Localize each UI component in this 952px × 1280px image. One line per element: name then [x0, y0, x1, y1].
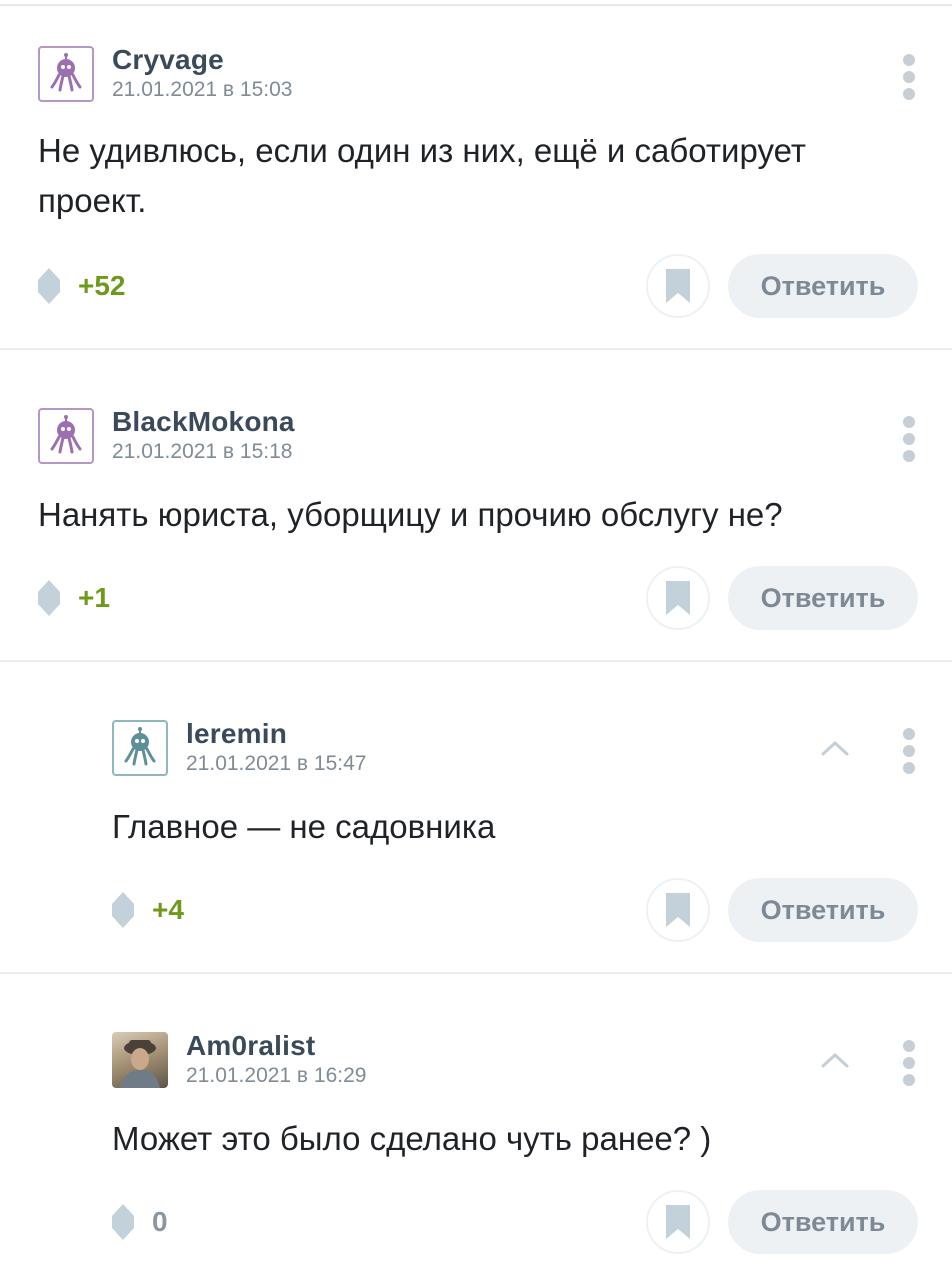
reply-button[interactable]: Ответить: [728, 566, 918, 630]
chevron-up-icon[interactable]: [820, 738, 850, 758]
comment-author[interactable]: leremin: [186, 718, 287, 750]
octopus-avatar-icon: [124, 727, 156, 766]
comment-rating: +4: [152, 894, 184, 925]
comment-rating: +1: [78, 582, 110, 613]
comment-rating: +52: [78, 270, 126, 301]
bookmark-button[interactable]: [646, 566, 710, 630]
comment-rating: 0: [152, 1206, 168, 1237]
diamond-vote-icon[interactable]: [36, 578, 62, 618]
comment: BlackMokona 21.01.2021 в 15:18 Нанять юр…: [0, 350, 952, 662]
comment-text: Может это было сделано чуть ранее? ): [112, 1114, 912, 1164]
comment-text: Главное — не садовника: [112, 802, 912, 852]
more-options-icon[interactable]: [902, 416, 916, 464]
comment-text: Не удивлюсь, если один из них, ещё и саб…: [38, 126, 918, 226]
reply-button[interactable]: Ответить: [728, 1190, 918, 1254]
comment: Cryvage 21.01.2021 в 15:03 Не удивлюсь, …: [0, 0, 952, 350]
comment-author[interactable]: Am0ralist: [186, 1030, 315, 1062]
comment-date[interactable]: 21.01.2021 в 15:47: [186, 752, 366, 776]
diamond-vote-icon[interactable]: [110, 1202, 136, 1242]
reply-button[interactable]: Ответить: [728, 878, 918, 942]
comment-reply: Am0ralist 21.01.2021 в 16:29 Может это б…: [0, 974, 952, 1280]
more-options-icon[interactable]: [902, 1040, 916, 1088]
comment-text-line: Не удивлюсь, если один из них, ещё и саб…: [38, 132, 806, 169]
bookmark-button[interactable]: [646, 878, 710, 942]
comment-text-line: Главное — не садовника: [112, 808, 496, 845]
diamond-vote-icon[interactable]: [110, 890, 136, 930]
comment-reply: leremin 21.01.2021 в 15:47 Главное — не …: [0, 662, 952, 974]
diamond-vote-icon[interactable]: [36, 266, 62, 306]
comment-date[interactable]: 21.01.2021 в 15:18: [112, 440, 292, 464]
comment-text: Нанять юриста, уборщицу и прочию обслугу…: [38, 490, 918, 540]
more-options-icon[interactable]: [902, 728, 916, 776]
bookmark-icon: [666, 269, 690, 303]
bookmark-icon: [666, 1205, 690, 1239]
octopus-avatar-icon: [50, 53, 82, 92]
comment-author[interactable]: BlackMokona: [112, 406, 295, 438]
more-options-icon[interactable]: [902, 54, 916, 102]
comment-text-line: Нанять юриста, уборщицу и прочию обслугу…: [38, 496, 783, 533]
avatar[interactable]: [38, 408, 94, 464]
user-photo-icon: [120, 1040, 160, 1088]
reply-button[interactable]: Ответить: [728, 254, 918, 318]
chevron-up-icon[interactable]: [820, 1050, 850, 1070]
bookmark-button[interactable]: [646, 254, 710, 318]
comment-author[interactable]: Cryvage: [112, 44, 224, 76]
avatar[interactable]: [112, 1032, 168, 1088]
avatar[interactable]: [38, 46, 94, 102]
avatar[interactable]: [112, 720, 168, 776]
comment-date[interactable]: 21.01.2021 в 16:29: [186, 1064, 366, 1088]
octopus-avatar-icon: [50, 415, 82, 454]
comment-date[interactable]: 21.01.2021 в 15:03: [112, 78, 292, 102]
comment-text-line: Может это было сделано чуть ранее? ): [112, 1120, 712, 1157]
comment-text-line: проект.: [38, 182, 147, 219]
bookmark-icon: [666, 581, 690, 615]
bookmark-icon: [666, 893, 690, 927]
bookmark-button[interactable]: [646, 1190, 710, 1254]
